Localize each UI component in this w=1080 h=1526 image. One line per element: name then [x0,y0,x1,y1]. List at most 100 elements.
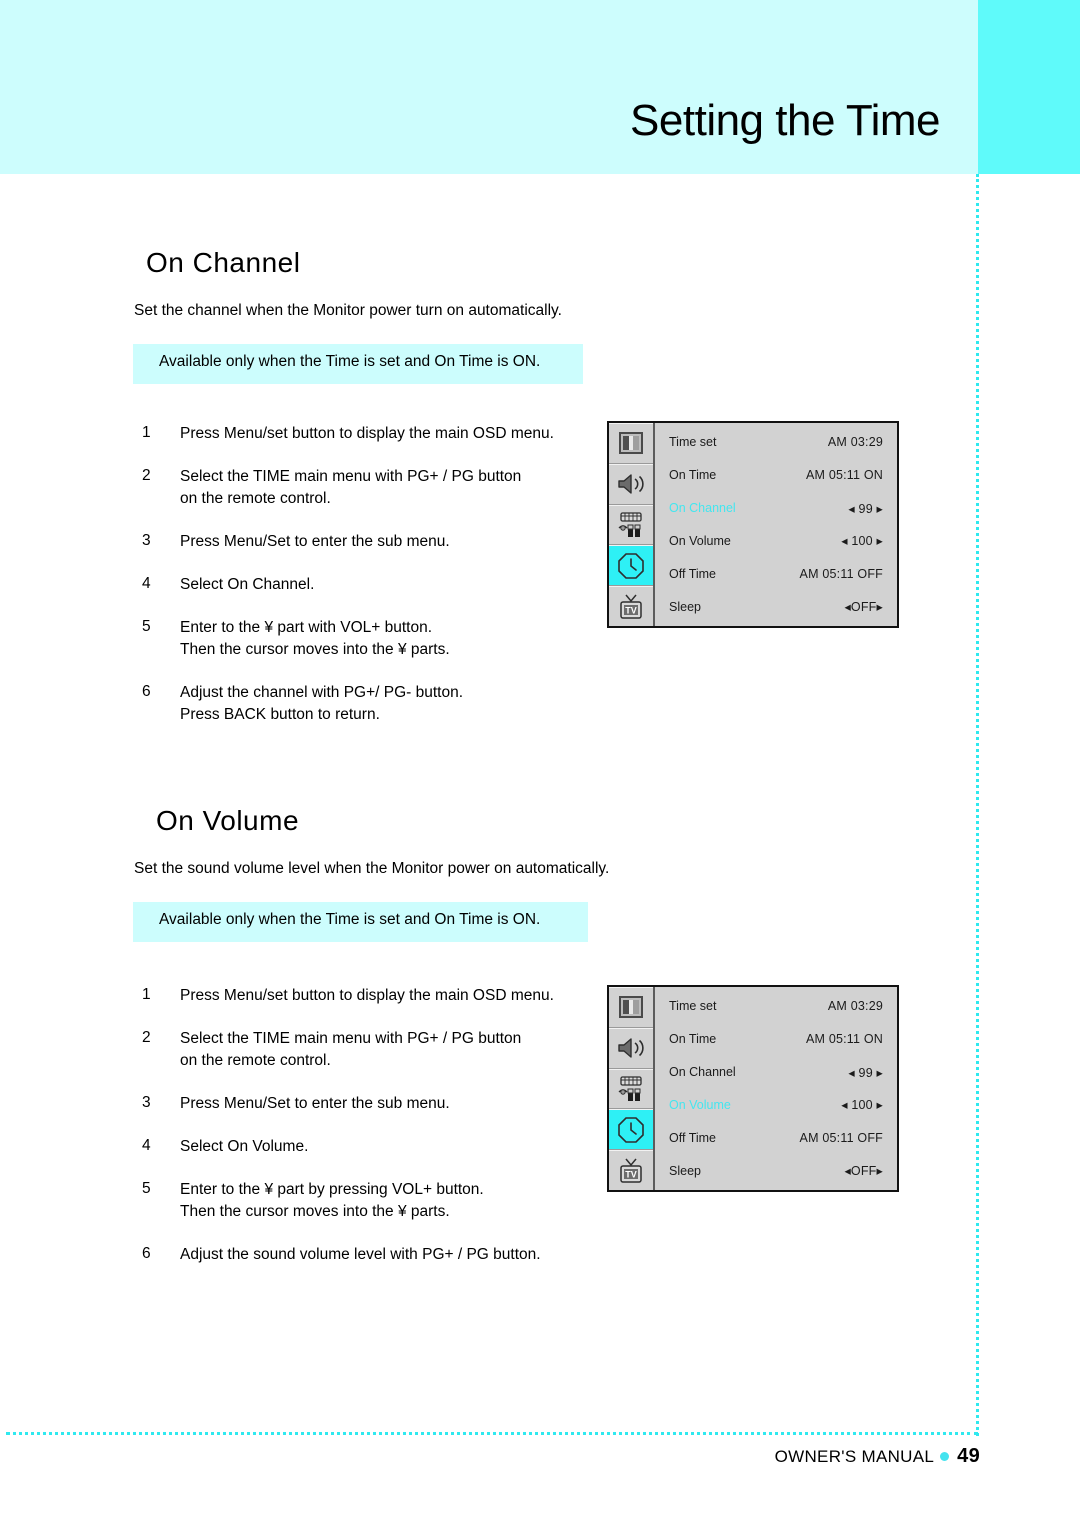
step-number: 6 [142,683,151,700]
osd-row-label: Sleep [669,599,701,614]
step-item: 4 Select On Volume. [142,1136,612,1158]
step-item: 6 Adjust the sound volume level with PG+… [142,1244,612,1266]
step-item: 2 Select the TIME main menu with PG+ / P… [142,1028,612,1072]
step-text: Press Menu/Set to enter the sub menu. [180,1095,450,1112]
osd-row-value: ◂ 100 ▸ [841,534,883,549]
sound-icon [616,1036,646,1060]
osd-icon-tv[interactable]: TV [609,586,653,626]
step-number: 1 [142,424,151,441]
bottom-dotted-border [6,1432,978,1435]
footer: OWNER'S MANUAL 49 [775,1445,980,1468]
tv-icon: TV [616,592,646,622]
step-text: Adjust the channel with PG+/ PG- button.… [180,684,464,723]
right-dotted-border [976,174,979,1436]
osd-row-label: On Time [669,468,717,483]
osd-row-label: Off Time [669,566,717,581]
step-number: 5 [142,1180,151,1197]
osd-row-label: On Time [669,1032,717,1047]
sound-icon [616,472,646,496]
osd-row[interactable]: Time set AM 03:29 [655,426,897,459]
steps-list-on-volume: 1 Press Menu/set button to display the m… [142,985,612,1287]
osd-row-label: Time set [669,999,717,1014]
osd-row-value: AM 05:11 OFF [799,1130,883,1145]
tv-icon: TV [616,1156,646,1186]
osd-row[interactable]: On Volume ◂ 100 ▸ [655,524,897,557]
picture-icon [619,996,643,1019]
steps-list-on-channel: 1 Press Menu/set button to display the m… [142,423,612,747]
osd-menu-on-channel[interactable]: TV Time set AM 03:29 On Time AM 05:11 ON… [607,421,899,628]
step-text: Press Menu/set button to display the mai… [180,987,554,1004]
note-box-on-volume: Available only when the Time is set and … [133,902,588,942]
step-item: 1 Press Menu/set button to display the m… [142,423,612,445]
header-accent-tab [978,0,1080,174]
osd-icon-clock[interactable] [609,545,653,587]
step-number: 1 [142,986,151,1003]
step-text: Select the TIME main menu with PG+ / PG … [180,1030,522,1069]
osd-row[interactable]: On Time AM 05:11 ON [655,1023,897,1056]
step-item: 4 Select On Channel. [142,574,612,596]
svg-text:TV: TV [625,605,637,615]
osd-row-label: On Volume [669,1097,731,1112]
osd-row-label: Off Time [669,1130,717,1145]
osd-row[interactable]: Time set AM 03:29 [655,990,897,1023]
footer-dot-icon [940,1452,950,1462]
page-number: 49 [957,1445,980,1467]
osd-icon-tv[interactable]: TV [609,1150,653,1190]
osd-icon-special[interactable] [609,1068,653,1110]
osd-row[interactable]: Off Time AM 05:11 OFF [655,1121,897,1154]
step-text: Select the TIME main menu with PG+ / PG … [180,468,522,507]
osd-row-label: Sleep [669,1163,701,1178]
osd-row-label: On Volume [669,533,731,548]
step-text: Select On Volume. [180,1138,309,1155]
step-item: 6 Adjust the channel with PG+/ PG- butto… [142,682,612,726]
header-band [0,0,978,174]
osd-row-value: AM 05:11 ON [806,468,883,483]
step-text: Adjust the sound volume level with PG+ /… [180,1246,541,1263]
step-item: 5 Enter to the ¥ part with VOL+ button. … [142,617,612,661]
step-item: 5 Enter to the ¥ part by pressing VOL+ b… [142,1179,612,1223]
osd-row-value: ◂ 99 ▸ [848,501,883,516]
osd-row-value: AM 05:11 OFF [799,566,883,581]
section-description-on-channel: Set the channel when the Monitor power t… [134,302,562,319]
osd-row-value: ◂ 99 ▸ [848,1065,883,1080]
osd-row-list: Time set AM 03:29 On Time AM 05:11 ON On… [655,423,897,626]
osd-row[interactable]: Off Time AM 05:11 OFF [655,557,897,590]
osd-icon-clock[interactable] [609,1109,653,1151]
osd-icon-picture[interactable] [609,423,653,464]
step-number: 6 [142,1245,151,1262]
step-item: 3 Press Menu/Set to enter the sub menu. [142,1093,612,1115]
step-text: Enter to the ¥ part by pressing VOL+ but… [180,1181,484,1220]
osd-row[interactable]: On Time AM 05:11 ON [655,459,897,492]
step-item: 2 Select the TIME main menu with PG+ / P… [142,466,612,510]
section-heading-on-volume: On Volume [156,805,300,836]
osd-icon-sound[interactable] [609,463,653,505]
osd-row-value: ◂OFF▸ [844,600,883,615]
step-text: Select On Channel. [180,576,315,593]
section-description-on-volume: Set the sound volume level when the Moni… [134,860,610,877]
osd-icon-sound[interactable] [609,1027,653,1069]
osd-row-label: Time set [669,435,717,450]
special-icon [615,1074,647,1104]
step-number: 4 [142,575,151,592]
step-item: 1 Press Menu/set button to display the m… [142,985,612,1007]
clock-icon [617,552,645,580]
step-number: 3 [142,532,151,549]
osd-row[interactable]: Sleep ◂OFF▸ [655,590,897,623]
note-box-on-channel: Available only when the Time is set and … [133,344,583,384]
osd-icon-rail: TV [609,987,655,1190]
footer-label: OWNER'S MANUAL [774,1447,935,1466]
step-text: Press Menu/Set to enter the sub menu. [180,533,450,550]
osd-row[interactable]: Sleep ◂OFF▸ [655,1154,897,1187]
page-title: Setting the Time [630,96,940,145]
osd-menu-on-volume[interactable]: TV Time set AM 03:29 On Time AM 05:11 ON… [607,985,899,1192]
osd-row-value: ◂ 100 ▸ [841,1098,883,1113]
osd-row-selected[interactable]: On Channel ◂ 99 ▸ [655,492,897,525]
osd-icon-picture[interactable] [609,987,653,1028]
osd-row-selected[interactable]: On Volume ◂ 100 ▸ [655,1088,897,1121]
osd-icon-special[interactable] [609,504,653,546]
osd-row-value: ◂OFF▸ [844,1164,883,1179]
step-number: 4 [142,1137,151,1154]
svg-text:TV: TV [625,1169,637,1179]
osd-icon-rail: TV [609,423,655,626]
osd-row[interactable]: On Channel ◂ 99 ▸ [655,1056,897,1089]
